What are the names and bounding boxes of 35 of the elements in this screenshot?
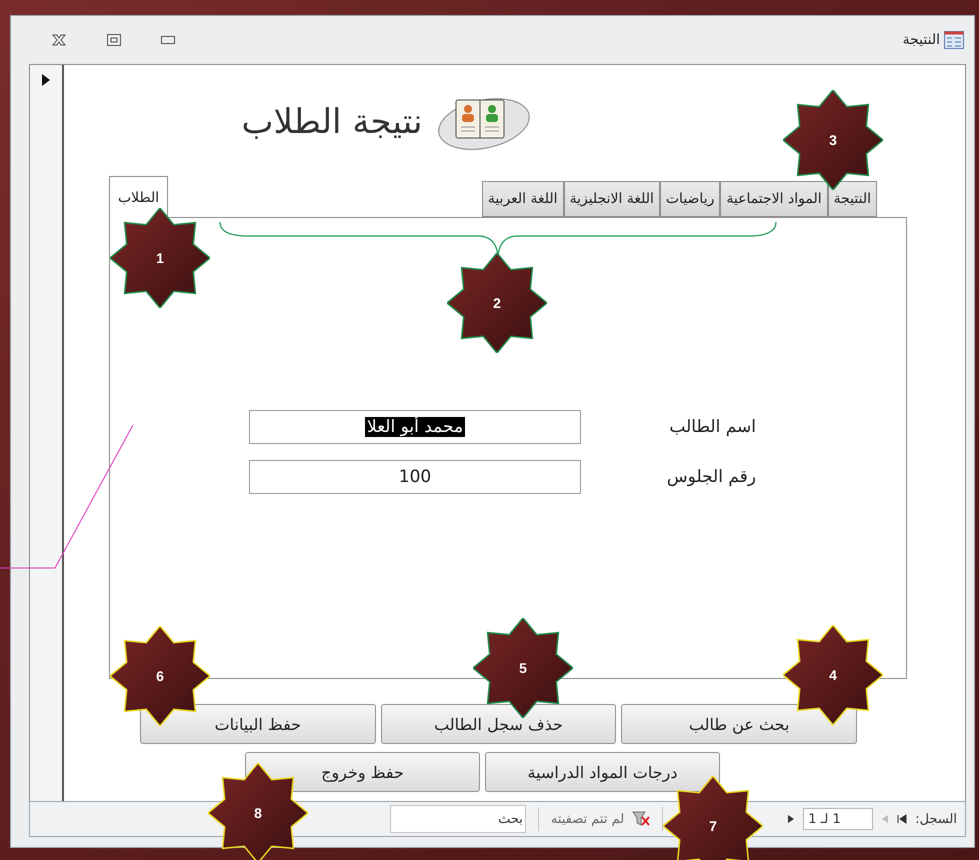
form-button[interactable]: حفظ البيانات bbox=[140, 704, 376, 744]
restore-icon[interactable] bbox=[107, 34, 121, 46]
form-heading: نتيجة الطلاب bbox=[242, 102, 422, 142]
numbered-star-badge: 1 bbox=[110, 208, 210, 308]
filter-icon[interactable] bbox=[632, 811, 650, 827]
input-field[interactable]: محمد أبو العلا bbox=[249, 410, 581, 444]
filter-status[interactable]: لم تتم تصفيته bbox=[550, 812, 624, 826]
input-field[interactable]: 100 bbox=[249, 460, 581, 494]
tab[interactable]: المواد الاجتماعية bbox=[720, 181, 828, 217]
first-record-icon[interactable] bbox=[897, 814, 908, 824]
search-field[interactable]: بحث bbox=[390, 805, 526, 833]
tab[interactable]: النتيجة bbox=[828, 181, 877, 217]
window-title: النتيجة bbox=[902, 32, 940, 48]
form-button[interactable]: حفظ وخروج bbox=[245, 752, 480, 792]
close-icon[interactable] bbox=[51, 34, 67, 46]
minimize-icon[interactable] bbox=[161, 36, 175, 44]
field-label: اسم الطالب bbox=[668, 417, 756, 437]
record-label: السجل: bbox=[915, 812, 957, 826]
tab[interactable]: الطلاب bbox=[109, 176, 168, 218]
tab[interactable]: اللغة العربية bbox=[482, 181, 564, 217]
tab[interactable]: اللغة الانجليزية bbox=[564, 181, 660, 217]
form-button[interactable]: بحث عن طالب bbox=[621, 704, 857, 744]
current-record-icon bbox=[41, 73, 51, 87]
numbered-star-badge: 4 bbox=[783, 625, 883, 725]
numbered-star-badge: 2 bbox=[447, 253, 547, 353]
numbered-star-badge: 5 bbox=[473, 618, 573, 718]
record-position-field[interactable]: 1 لـ 1 bbox=[803, 808, 874, 830]
form-button[interactable]: حذف سجل الطالب bbox=[380, 704, 616, 744]
numbered-star-badge: 6 bbox=[110, 626, 210, 726]
form-icon bbox=[944, 31, 964, 49]
next-record-icon[interactable] bbox=[787, 814, 796, 824]
field-label: رقم الجلوس bbox=[666, 467, 756, 487]
numbered-star-badge: 3 bbox=[783, 90, 883, 190]
numbered-star-badge: 8 bbox=[208, 763, 308, 860]
tab[interactable]: رياضيات bbox=[660, 181, 720, 217]
